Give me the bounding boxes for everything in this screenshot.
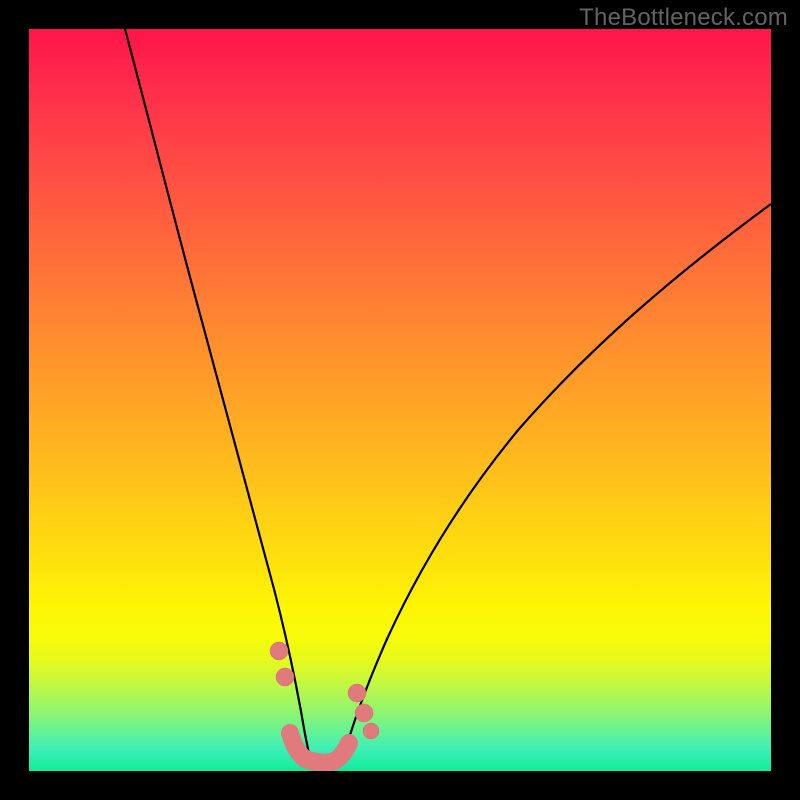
curve-marker — [355, 704, 373, 722]
chart-frame: TheBottleneck.com — [0, 0, 800, 800]
curves-svg — [29, 29, 771, 771]
right-curve — [343, 204, 771, 759]
valley-marker-bar — [290, 733, 349, 763]
curve-marker — [270, 642, 288, 660]
curve-marker — [363, 723, 379, 739]
plot-area — [29, 29, 771, 771]
curve-marker — [348, 684, 366, 702]
watermark-text: TheBottleneck.com — [579, 4, 788, 32]
curve-marker — [276, 668, 294, 686]
